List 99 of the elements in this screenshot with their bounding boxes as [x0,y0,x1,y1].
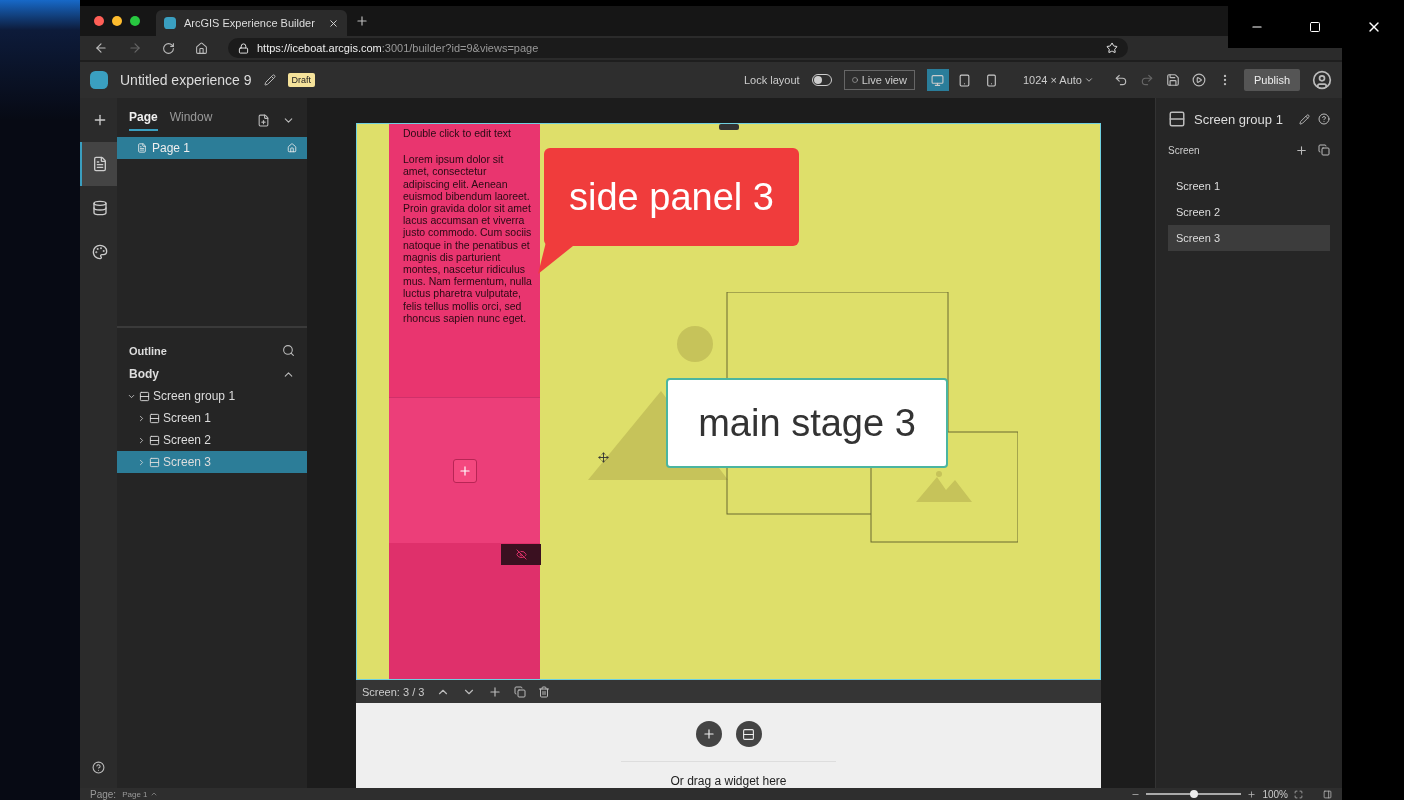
close-icon[interactable] [328,17,339,29]
page-label: Page: [90,788,117,800]
lorem-paragraph: Lorem ipsum dolor sit amet, consectetur adipiscing elit. Aenean euismod bibendum laoreet. Proin gravida dolor sit amet lacus accumsan et viverra justo commodo. Cum sociis natoque in the penatibus et magnis dis parturient montes, nascetur ridiculus mus. Nam fermentum, nulla luctus pharetra vulputate, felis tellus mollis orci, sed rhoncus sapien nunc eget. [403,153,532,325]
live-view-button[interactable]: Live view [843,70,915,90]
rows-icon [742,727,755,741]
publish-button[interactable]: Publish [1243,69,1300,91]
plus-icon [457,463,472,478]
save-icon[interactable] [1165,73,1180,87]
avatar-icon[interactable] [1312,70,1332,90]
zoom-in-icon[interactable] [1247,789,1257,799]
close-dot-icon[interactable] [94,16,104,26]
body-heading: Body [129,367,159,381]
chevron-right-icon [137,435,146,445]
outline-item[interactable]: Screen 1 [117,407,307,429]
draft-badge: Draft [287,73,316,87]
screen-group-icon [1168,110,1186,128]
chevron-up-icon [149,790,158,798]
add-page-icon[interactable] [257,114,270,127]
database-icon [91,200,108,216]
url-text: https://iceboat.arcgis.com:3001/builder?id=9&views=page [257,42,539,54]
pencil-icon[interactable] [263,74,276,86]
outline-heading: Outline [129,344,167,357]
plus-icon [701,727,716,741]
home-icon [287,143,297,153]
outline-label: Screen 2 [163,433,212,447]
page-label: Page 1 [152,141,192,155]
screen-item[interactable]: Screen 1 [1168,173,1330,199]
screen-group-icon [149,434,160,446]
monitor-icon [931,73,945,87]
tablet-icon [958,73,972,87]
hide-button[interactable] [501,544,541,565]
fit-icon[interactable] [1294,789,1303,799]
outline-item[interactable]: Screen group 1 [117,385,307,407]
screen-group-icon [139,390,150,402]
screen-group-icon [149,456,160,468]
zoom-dot-icon[interactable] [130,16,140,26]
palette-icon [91,244,108,260]
copy-icon[interactable] [1318,144,1330,157]
page-icon [91,156,108,172]
trash-icon[interactable] [538,685,551,698]
pencil-icon[interactable] [1299,113,1310,125]
panel-title: Screen group 1 [1194,111,1283,127]
page-icon [137,143,147,153]
app-logo-icon [90,71,108,89]
tab-logo-icon [164,17,176,29]
add-widget-button[interactable] [695,721,722,747]
chevron-right-icon [137,413,146,423]
slider-thumb[interactable] [1189,790,1198,798]
maximize-icon[interactable] [1309,20,1321,33]
play-icon[interactable] [1191,73,1206,87]
screen-group-icon [149,412,160,424]
panel-tab[interactable]: Window [169,110,213,131]
browser-tab[interactable]: ArcGIS Experience Builder [156,10,347,36]
eye-off-icon [515,549,527,560]
add-widget-button[interactable] [452,458,477,483]
zoom-value: 100% [1262,788,1288,800]
copy-icon[interactable] [514,685,527,698]
search-icon[interactable] [282,344,295,357]
screen-item[interactable]: Screen 3 [1168,225,1330,251]
home-icon[interactable] [195,41,208,55]
outline-item[interactable]: Screen 2 [117,429,307,451]
star-icon[interactable] [1106,42,1118,54]
phone-icon [985,73,999,87]
text-title: Double click to edit text [403,127,512,140]
add-icon[interactable] [488,684,503,699]
address-field[interactable]: https://iceboat.arcgis.com:3001/builder?id=9&views=page [228,38,1128,58]
caret-icon [1083,75,1094,85]
outline-label: Screen group 1 [153,389,236,403]
speech-bubble: side panel 3 [544,148,799,246]
desktop-view-button[interactable] [926,69,949,91]
panel-icon[interactable] [1323,789,1332,799]
outline-label: Screen 1 [163,411,212,425]
circle-icon [851,77,858,83]
page-item[interactable]: Page 1 [117,137,307,159]
app-title: Untitled experience 9 [120,72,252,88]
back-icon[interactable] [94,41,108,55]
minimize-dot-icon[interactable] [112,16,122,26]
drag-handle-icon[interactable] [719,124,739,130]
screen-heading: Screen [1168,145,1200,156]
outline-item[interactable]: Screen 3 [117,451,307,473]
tab-title: ArcGIS Experience Builder [184,17,316,29]
screen-group-button[interactable] [735,721,762,747]
outline-label: Screen 3 [163,455,212,469]
help-icon[interactable] [1318,113,1330,125]
screen-item[interactable]: Screen 2 [1168,199,1330,225]
screen-counter: Screen: 3 / 3 [362,685,425,698]
add-icon[interactable] [1295,144,1308,157]
panel-tab[interactable]: Page [129,110,158,131]
chevron-right-icon [137,457,146,467]
lock-layout-label: Lock layout [744,74,800,86]
new-tab-icon[interactable] [355,14,369,28]
stage-label: main stage 3 [666,378,948,468]
lock-icon [238,42,249,54]
move-icon [598,452,609,463]
reload-icon[interactable] [162,41,175,55]
page-selector[interactable]: Page 1 [122,789,158,799]
help-icon[interactable] [92,761,105,774]
size-dropdown[interactable]: 1024 × Auto [1022,74,1094,86]
undo-icon[interactable] [1113,73,1128,87]
